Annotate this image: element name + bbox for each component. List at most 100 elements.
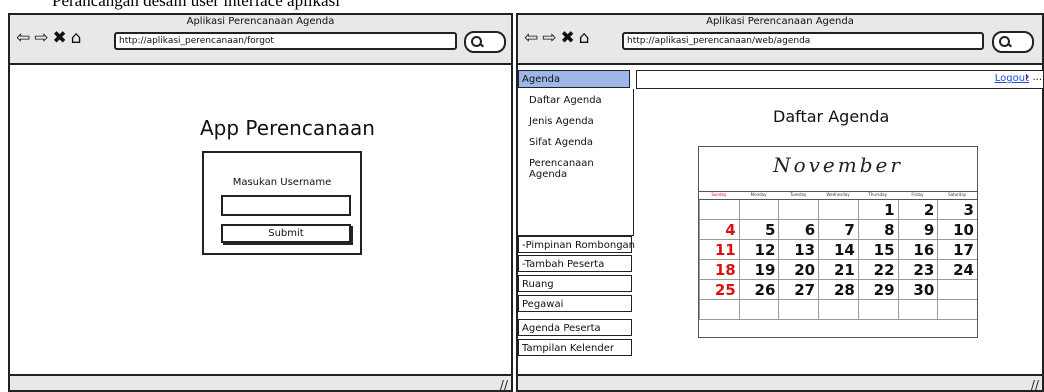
search-icon (999, 36, 1010, 47)
calendar-day-cell[interactable]: 17 (937, 240, 977, 260)
url-bar[interactable]: http://aplikasi_perencanaan/web/agenda (622, 32, 984, 50)
calendar-day-number: 23 (913, 261, 935, 279)
calendar-day-number: 15 (873, 241, 895, 259)
sidebar-subitem-perencanaan-agenda[interactable]: Perencanaan Agenda (529, 158, 633, 180)
calendar-day-cell[interactable]: 27 (778, 280, 819, 300)
top-strip: Logout › ... (636, 70, 1044, 89)
logout-extra: › ... (1025, 72, 1042, 83)
back-arrow-icon[interactable]: ⇦ (524, 29, 538, 47)
calendar-day-cell[interactable]: 3 (937, 200, 977, 220)
resize-grip-icon[interactable]: // (1031, 378, 1039, 392)
sidebar-subitem-sifat-agenda[interactable]: Sifat Agenda (529, 137, 593, 148)
calendar-day-cell[interactable]: 16 (897, 240, 938, 260)
sidebar-subitem-jenis-agenda[interactable]: Jenis Agenda (529, 116, 594, 127)
calendar-day-number: 6 (804, 221, 816, 239)
calendar-day-number: 7 (844, 221, 855, 239)
url-bar[interactable]: http://aplikasi_perencanaan/forgot (114, 32, 457, 50)
calendar-day-number: 10 (953, 221, 974, 239)
search-icon (471, 36, 482, 47)
calendar-day-cell[interactable] (699, 200, 739, 220)
calendar-day-number: 17 (953, 241, 974, 259)
calendar-day-cell[interactable] (937, 280, 977, 300)
calendar-day-number: 4 (725, 221, 736, 239)
calendar-day-cell[interactable]: 26 (738, 280, 779, 300)
submit-button[interactable]: Submit (221, 224, 351, 243)
calendar-day-number: 11 (714, 241, 736, 259)
calendar-day-cell[interactable]: 11 (699, 240, 739, 260)
window-title: Aplikasi Perencanaan Agenda (706, 16, 854, 27)
calendar-day-cell[interactable]: 15 (857, 240, 898, 260)
home-icon[interactable]: ⌂ (71, 29, 82, 47)
calendar-day-cell[interactable]: 28 (818, 280, 858, 300)
calendar-day-cell[interactable]: 29 (857, 280, 898, 300)
calendar-day-cell[interactable]: 6 (778, 220, 819, 240)
forward-arrow-icon[interactable]: ⇨ (34, 29, 48, 47)
calendar-day-cell[interactable] (778, 300, 819, 320)
resize-grip-icon[interactable]: // (500, 378, 508, 392)
calendar-day-cell[interactable]: 25 (699, 280, 739, 300)
calendar-day-number: 25 (714, 281, 736, 299)
calendar-day-cell[interactable]: 23 (897, 260, 938, 280)
calendar-day-cell[interactable] (778, 200, 819, 220)
calendar-day-cell[interactable] (818, 300, 858, 320)
calendar-day-cell[interactable]: 19 (738, 260, 779, 280)
calendar-day-cell[interactable] (738, 300, 779, 320)
calendar-day-number: 21 (833, 261, 855, 279)
close-icon[interactable]: ✖ (561, 29, 575, 47)
calendar-weekday: Tuesday (778, 191, 819, 200)
calendar-weekday: Thursday (857, 191, 898, 200)
forward-arrow-icon[interactable]: ⇨ (542, 29, 556, 47)
calendar-day-cell[interactable]: 5 (738, 220, 779, 240)
sidebar-item-agenda-peserta[interactable]: Agenda Peserta (518, 319, 632, 336)
calendar-day-cell[interactable]: 12 (738, 240, 779, 260)
sidebar-item-tambah-peserta[interactable]: -Tambah Peserta (518, 255, 632, 272)
calendar-day-cell[interactable] (818, 200, 858, 220)
calendar-day-number: 26 (754, 281, 776, 299)
calendar-day-cell[interactable]: 4 (699, 220, 739, 240)
nav-icons: ⇦ ⇨ ✖ ⌂ (16, 29, 82, 47)
sidebar-item-ruang[interactable]: Ruang (518, 275, 632, 292)
calendar-day-number: 14 (833, 241, 855, 259)
browser-toolbar: Aplikasi Perencanaan Agenda ⇦ ⇨ ✖ ⌂ http… (518, 15, 1042, 65)
calendar-day-number: 24 (953, 261, 974, 279)
calendar-day-cell[interactable]: 13 (778, 240, 819, 260)
calendar-weekday: Saturday (937, 191, 977, 200)
calendar-day-cell[interactable]: 14 (818, 240, 858, 260)
calendar-day-cell[interactable]: 20 (778, 260, 819, 280)
calendar-day-cell[interactable]: 30 (897, 280, 938, 300)
calendar-day-cell[interactable]: 9 (897, 220, 938, 240)
calendar-day-cell[interactable]: 7 (818, 220, 858, 240)
close-icon[interactable]: ✖ (53, 29, 67, 47)
calendar-day-number: 1 (884, 201, 895, 219)
calendar-day-cell[interactable] (897, 300, 938, 320)
sidebar-item-agenda[interactable]: Agenda (518, 70, 630, 88)
calendar-day-cell[interactable]: 21 (818, 260, 858, 280)
calendar-day-cell[interactable]: 18 (699, 260, 739, 280)
calendar-day-number: 28 (833, 281, 855, 299)
calendar-day-cell[interactable] (857, 300, 898, 320)
calendar-day-cell[interactable]: 1 (857, 200, 898, 220)
back-arrow-icon[interactable]: ⇦ (16, 29, 30, 47)
app-title: App Perencanaan (200, 116, 375, 140)
calendar-day-cell[interactable]: 10 (937, 220, 977, 240)
search-button[interactable] (464, 31, 506, 53)
sidebar-subitem-daftar-agenda[interactable]: Daftar Agenda (529, 95, 602, 106)
calendar-day-number: 8 (884, 221, 895, 239)
calendar-day-cell[interactable] (937, 300, 977, 320)
page-caption: Perancangan desain user interface aplika… (52, 0, 340, 10)
search-button[interactable] (992, 31, 1034, 53)
calendar-day-cell[interactable] (699, 300, 739, 320)
sidebar-item-pimpinan-rombongan[interactable]: -Pimpinan Rombongan (518, 236, 635, 253)
calendar-day-cell[interactable]: 8 (857, 220, 898, 240)
calendar-day-cell[interactable]: 22 (857, 260, 898, 280)
home-icon[interactable]: ⌂ (579, 29, 590, 47)
sidebar-item-pegawai[interactable]: Pegawai (518, 295, 632, 312)
calendar-day-cell[interactable]: 24 (937, 260, 977, 280)
calendar-month: November (773, 153, 903, 177)
calendar-day-cell[interactable] (738, 200, 779, 220)
logout-link[interactable]: Logout (995, 73, 1029, 84)
sidebar-item-tampilan-kelender[interactable]: Tampilan Kelender (518, 339, 632, 356)
username-input[interactable] (221, 195, 351, 216)
username-label: Masukan Username (232, 177, 332, 188)
calendar-day-cell[interactable]: 2 (897, 200, 938, 220)
